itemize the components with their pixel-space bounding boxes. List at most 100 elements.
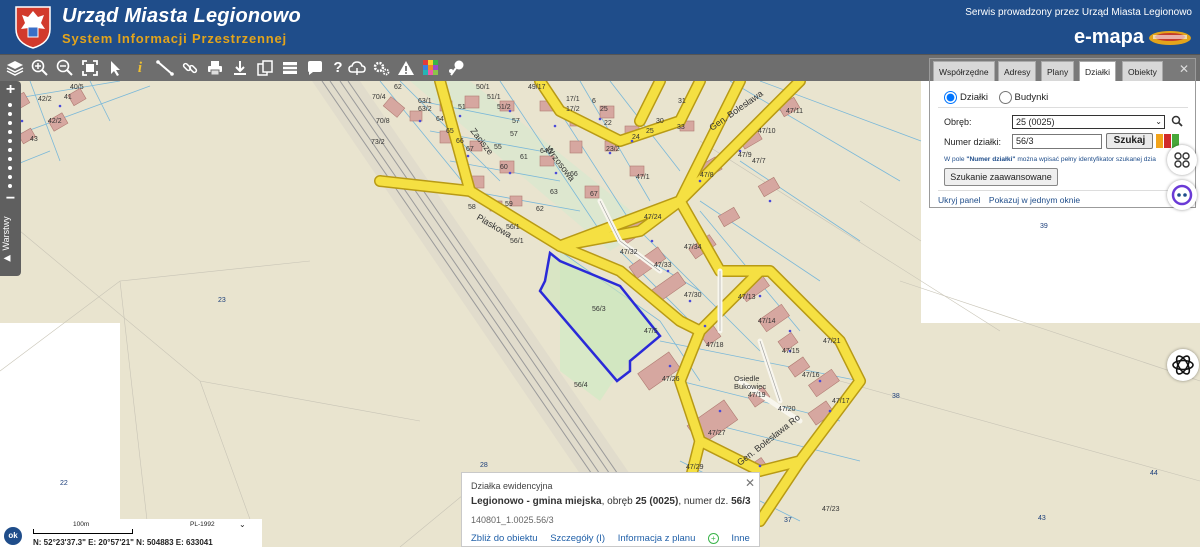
svg-text:47/29: 47/29 xyxy=(686,464,704,471)
layers-icon[interactable] xyxy=(5,58,25,78)
info-icon[interactable]: i xyxy=(130,58,150,78)
warning-icon[interactable] xyxy=(396,58,416,78)
zoom-in-icon[interactable] xyxy=(30,58,50,78)
plus-circle-icon[interactable]: + xyxy=(708,533,719,544)
other-link[interactable]: Inne xyxy=(731,533,750,544)
zoom-level-dot[interactable] xyxy=(8,130,12,134)
zoom-level-dot[interactable] xyxy=(8,121,12,125)
popup-close-icon[interactable]: ✕ xyxy=(745,476,755,490)
divider xyxy=(938,107,1188,108)
crs-select[interactable]: PL-1992 xyxy=(190,521,215,528)
share-button[interactable] xyxy=(1167,145,1197,175)
svg-text:64: 64 xyxy=(436,116,444,123)
color-grid-icon[interactable] xyxy=(421,58,441,78)
popup-title: Działka ewidencyjna xyxy=(471,481,553,491)
search-icon[interactable] xyxy=(1171,115,1183,127)
table-icon[interactable] xyxy=(280,58,300,78)
plan-info-link[interactable]: Informacja z planu xyxy=(618,533,696,544)
search-type-row: Działki Budynki xyxy=(944,91,1200,104)
svg-text:47/11: 47/11 xyxy=(786,108,803,115)
ai-knot-icon xyxy=(1172,355,1194,375)
tab-obiekty[interactable]: Obiekty xyxy=(1122,61,1163,81)
szukaj-button[interactable]: Szukaj xyxy=(1106,133,1153,149)
svg-text:58: 58 xyxy=(468,204,476,211)
radio-budynki[interactable]: Budynki xyxy=(998,91,1049,104)
svg-text:25: 25 xyxy=(600,106,608,113)
svg-text:47/32: 47/32 xyxy=(620,249,638,256)
settings-icon[interactable] xyxy=(371,58,391,78)
svg-text:57: 57 xyxy=(510,131,518,138)
hide-panel-link[interactable]: Ukryj panel xyxy=(938,195,981,205)
zoom-to-object-link[interactable]: Zbliż do obiektu xyxy=(471,533,538,544)
chevron-down-icon[interactable]: ⌄ xyxy=(239,520,246,529)
svg-text:23: 23 xyxy=(218,297,226,304)
details-link[interactable]: Szczegóły (I) xyxy=(550,533,605,544)
link-icon[interactable] xyxy=(180,58,200,78)
measure-icon[interactable] xyxy=(155,58,175,78)
coat-of-arms-icon xyxy=(15,6,51,49)
single-window-link[interactable]: Pokazuj w jednym oknie xyxy=(989,195,1080,205)
svg-text:50/1: 50/1 xyxy=(476,84,490,91)
numer-dzialki-input[interactable]: 56/3 xyxy=(1012,134,1102,149)
cloud-icon[interactable] xyxy=(347,58,367,78)
emapa-logo-icon xyxy=(1149,31,1191,45)
zoom-out-button[interactable]: − xyxy=(0,191,21,207)
zoom-level-dot[interactable] xyxy=(8,139,12,143)
svg-text:47/5: 47/5 xyxy=(644,328,658,335)
panel-close-icon[interactable]: ✕ xyxy=(1179,62,1189,76)
svg-text:6: 6 xyxy=(592,98,596,105)
zoom-extent-icon[interactable] xyxy=(80,58,100,78)
zoom-level-dot[interactable] xyxy=(8,103,12,107)
search-panel: Współrzędne Adresy Plany Działki Obiekty… xyxy=(929,58,1196,208)
copy-icon[interactable] xyxy=(255,58,275,78)
pointer-icon[interactable] xyxy=(105,58,125,78)
assistant-button[interactable] xyxy=(1167,180,1197,210)
layers-toggle[interactable]: ▶ Warstwy xyxy=(1,209,20,271)
pin-icon[interactable] xyxy=(447,58,467,78)
radio-budynki-label: Budynki xyxy=(1014,92,1049,104)
zoom-level-dot[interactable] xyxy=(8,112,12,116)
svg-text:41: 41 xyxy=(64,94,72,101)
zoom-control: + − ▶ Warstwy xyxy=(0,81,21,276)
download-icon[interactable] xyxy=(230,58,250,78)
svg-text:47/17: 47/17 xyxy=(832,398,850,405)
comment-icon[interactable] xyxy=(305,58,325,78)
popup-identifier: 140801_1.0025.56/3 xyxy=(471,515,554,525)
svg-text:47/7: 47/7 xyxy=(752,158,766,165)
radio-dzialki-label: Działki xyxy=(960,92,988,104)
zoom-level-dot[interactable] xyxy=(8,157,12,161)
chevron-down-icon: ⌄ xyxy=(1155,117,1162,126)
obreb-select[interactable]: 25 (0025) ⌄ xyxy=(1012,115,1165,129)
zoom-level-dot[interactable] xyxy=(8,175,12,179)
tab-adresy[interactable]: Adresy xyxy=(998,61,1037,81)
svg-text:62: 62 xyxy=(536,206,544,213)
zoom-out-icon[interactable] xyxy=(55,58,75,78)
scale-coordinates-box: ok 100m PL-1992 ⌄ N: 52°23'37.3" E: 20°5… xyxy=(0,519,262,547)
radio-dzialki[interactable]: Działki xyxy=(944,91,988,104)
numer-label: Numer działki: xyxy=(944,137,1002,147)
tab-dzialki[interactable]: Działki xyxy=(1079,61,1117,81)
help-icon[interactable]: ? xyxy=(328,58,348,78)
tab-wspolrzedne[interactable]: Współrzędne xyxy=(933,61,995,81)
ok-badge[interactable]: ok xyxy=(4,527,22,545)
zoom-level-dot[interactable] xyxy=(8,184,12,188)
svg-text:17/2: 17/2 xyxy=(566,106,580,113)
svg-text:47/1: 47/1 xyxy=(636,174,650,181)
svg-text:61: 61 xyxy=(520,154,528,161)
panel-links: Ukryj panel Pokazuj w jednym oknie xyxy=(938,195,1086,205)
zoom-in-button[interactable]: + xyxy=(0,82,21,98)
header: Urząd Miasta Legionowo System Informacji… xyxy=(0,0,1200,54)
svg-text:22: 22 xyxy=(60,480,68,487)
ai-button[interactable] xyxy=(1167,349,1199,381)
svg-text:47/24: 47/24 xyxy=(644,214,662,221)
zoom-level-dot[interactable] xyxy=(8,148,12,152)
zoom-level-dot[interactable] xyxy=(8,166,12,170)
print-icon[interactable] xyxy=(205,58,225,78)
advanced-search-button[interactable]: Szukanie zaawansowane xyxy=(944,168,1058,186)
svg-text:17/1: 17/1 xyxy=(566,96,580,103)
svg-text:47/14: 47/14 xyxy=(758,318,776,325)
tab-plany[interactable]: Plany xyxy=(1041,61,1075,81)
parcel-info-popup: Działka ewidencyjna ✕ Legionowo - gmina … xyxy=(461,472,760,547)
svg-text:40/5: 40/5 xyxy=(70,84,84,91)
svg-text:22: 22 xyxy=(604,120,612,127)
